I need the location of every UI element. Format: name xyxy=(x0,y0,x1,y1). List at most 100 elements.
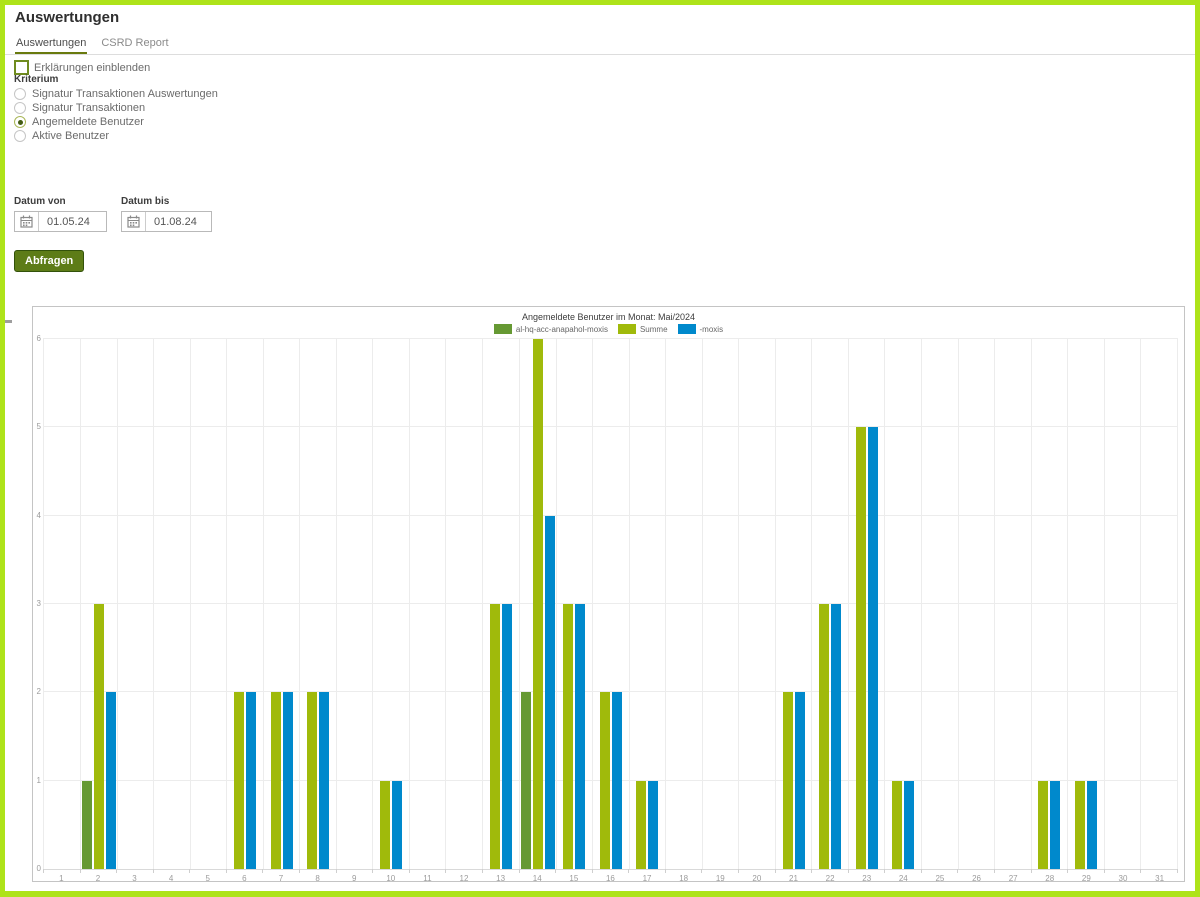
radio-option-angemeldete-benutzer[interactable]: Angemeldete Benutzer xyxy=(14,115,218,129)
legend-swatch xyxy=(494,324,512,334)
x-tick xyxy=(628,869,665,873)
bar xyxy=(868,427,878,869)
radio-label: Aktive Benutzer xyxy=(32,130,109,142)
bar xyxy=(545,516,555,869)
date-from-value[interactable]: 01.05.24 xyxy=(39,216,98,228)
radio-option-signatur-transaktionen-auswertungen[interactable]: Signatur Transaktionen Auswertungen xyxy=(14,87,218,101)
bar xyxy=(1087,781,1097,869)
day-slot xyxy=(1104,339,1141,869)
x-tick-label: 4 xyxy=(153,874,190,883)
bar xyxy=(533,339,543,869)
y-tick-label: 5 xyxy=(37,423,41,431)
bar xyxy=(307,692,317,869)
x-tick xyxy=(811,869,848,873)
bar xyxy=(1038,781,1048,869)
legend-label: -moxis xyxy=(700,325,724,334)
bar xyxy=(94,604,104,869)
calendar-icon[interactable] xyxy=(15,212,39,231)
x-tick-label: 24 xyxy=(885,874,922,883)
bar xyxy=(648,781,658,869)
bar xyxy=(106,692,116,869)
x-tick xyxy=(372,869,409,873)
radio-group: Signatur Transaktionen AuswertungenSigna… xyxy=(14,87,218,143)
x-tick-label: 12 xyxy=(446,874,483,883)
x-tick-label: 31 xyxy=(1141,874,1178,883)
day-slot xyxy=(884,339,921,869)
erklaerungen-checkbox[interactable] xyxy=(14,60,29,75)
y-tick-label: 3 xyxy=(37,600,41,608)
day-slot xyxy=(1031,339,1068,869)
day-slot xyxy=(1140,339,1178,869)
bar xyxy=(600,692,610,869)
date-to-value[interactable]: 01.08.24 xyxy=(146,216,205,228)
bar xyxy=(246,692,256,869)
x-tick-label: 25 xyxy=(922,874,959,883)
radio-icon[interactable] xyxy=(14,102,26,114)
x-tick-label: 8 xyxy=(299,874,336,883)
x-tick-label: 5 xyxy=(189,874,226,883)
x-tick-label: 19 xyxy=(702,874,739,883)
day-slot xyxy=(811,339,848,869)
x-tick-label: 17 xyxy=(629,874,666,883)
day-slot xyxy=(1067,339,1104,869)
date-to-label: Datum bis xyxy=(121,196,212,207)
radio-icon[interactable] xyxy=(14,88,26,100)
date-row: Datum von 01.05.24 xyxy=(14,196,212,232)
date-from-label: Datum von xyxy=(14,196,107,207)
day-slot xyxy=(848,339,885,869)
legend-label: Summe xyxy=(640,325,668,334)
radio-option-aktive-benutzer[interactable]: Aktive Benutzer xyxy=(14,129,218,143)
day-slot xyxy=(519,339,556,869)
y-axis: 0123456 xyxy=(33,339,41,869)
date-to-input[interactable]: 01.08.24 xyxy=(121,211,212,232)
y-tick-label: 1 xyxy=(37,777,41,785)
x-tick xyxy=(153,869,190,873)
calendar-icon[interactable] xyxy=(122,212,146,231)
x-tick xyxy=(1067,869,1104,873)
x-tick xyxy=(592,869,629,873)
tab-auswertungen[interactable]: Auswertungen xyxy=(15,37,87,54)
x-tick xyxy=(738,869,775,873)
x-tick-label: 29 xyxy=(1068,874,1105,883)
x-tick-label: 3 xyxy=(116,874,153,883)
app-window: Auswertungen Auswertungen CSRD Report Erk… xyxy=(0,0,1200,897)
radio-option-signatur-transaktionen[interactable]: Signatur Transaktionen xyxy=(14,101,218,115)
bar xyxy=(636,781,646,869)
x-tick xyxy=(482,869,519,873)
x-tick xyxy=(994,869,1031,873)
chart-area: 0123456 12345678910111213141516171819202… xyxy=(43,339,1178,881)
bar xyxy=(521,692,531,869)
day-slot xyxy=(80,339,117,869)
bar xyxy=(563,604,573,869)
tab-bar: Auswertungen CSRD Report xyxy=(5,36,1195,55)
x-tick xyxy=(445,869,482,873)
bar xyxy=(271,692,281,869)
bar xyxy=(1075,781,1085,869)
radio-label: Signatur Transaktionen xyxy=(32,102,145,114)
legend-item: al-hq-acc-anapahol-moxis xyxy=(494,324,608,334)
bar xyxy=(319,692,329,869)
legend-label: al-hq-acc-anapahol-moxis xyxy=(516,325,608,334)
day-slot xyxy=(556,339,593,869)
day-slot xyxy=(409,339,446,869)
day-slot xyxy=(482,339,519,869)
date-from-input[interactable]: 01.05.24 xyxy=(14,211,107,232)
tab-csrd-report[interactable]: CSRD Report xyxy=(100,37,169,54)
x-tick-label: 10 xyxy=(372,874,409,883)
radio-icon[interactable] xyxy=(14,130,26,142)
erklaerungen-checkbox-row[interactable]: Erklärungen einblenden xyxy=(14,60,150,75)
abfragen-button[interactable]: Abfragen xyxy=(14,250,84,272)
bar xyxy=(892,781,902,869)
radio-icon[interactable] xyxy=(14,116,26,128)
chart-title: Angemeldete Benutzer im Monat: Mai/2024 xyxy=(33,312,1184,322)
x-tick-label: 13 xyxy=(482,874,519,883)
x-tick-label: 27 xyxy=(995,874,1032,883)
x-tick-label: 16 xyxy=(592,874,629,883)
x-axis-ticks xyxy=(43,869,1178,873)
chart-plot xyxy=(43,339,1178,870)
day-slot xyxy=(263,339,300,869)
x-tick-label: 20 xyxy=(739,874,776,883)
bar xyxy=(1050,781,1060,869)
x-tick xyxy=(519,869,556,873)
x-tick xyxy=(80,869,117,873)
